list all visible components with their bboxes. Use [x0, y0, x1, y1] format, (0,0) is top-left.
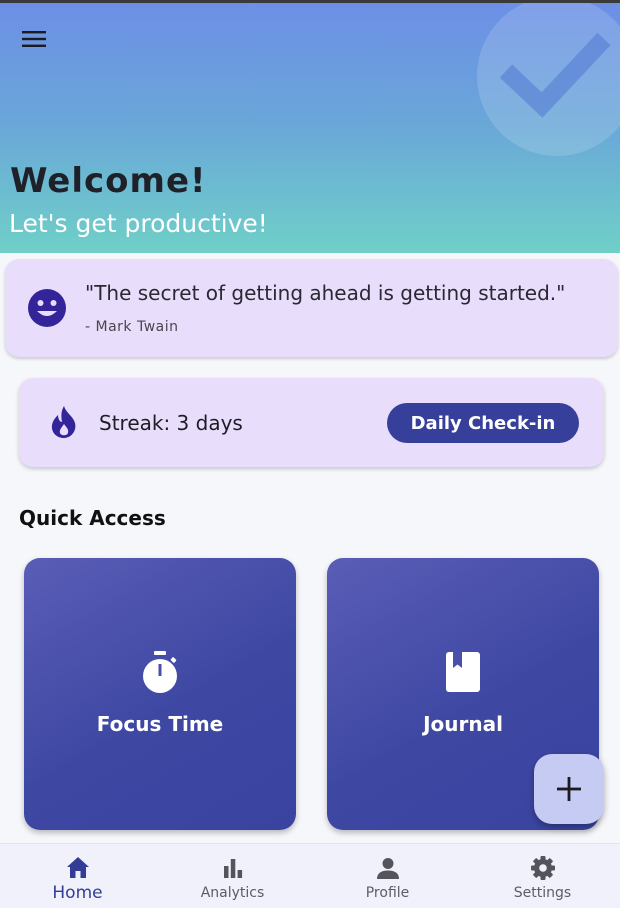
- page-subtitle: Let's get productive!: [9, 209, 268, 238]
- quote-text: "The secret of getting ahead is getting …: [85, 281, 566, 305]
- quote-author: - Mark Twain: [85, 319, 179, 335]
- bottom-navigation: Home Analytics Profile Settings: [0, 843, 620, 908]
- streak-card: Streak: 3 days Daily Check-in: [19, 378, 604, 467]
- quick-access-heading: Quick Access: [19, 506, 166, 530]
- tile-label: Focus Time: [96, 712, 224, 736]
- nav-label: Analytics: [200, 885, 265, 901]
- hamburger-menu-icon[interactable]: [12, 19, 56, 59]
- nav-item-settings[interactable]: Settings: [465, 844, 620, 908]
- check-circle-icon: [500, 32, 611, 118]
- nav-label: Home: [52, 883, 103, 903]
- page-title: Welcome!: [10, 161, 207, 201]
- nav-item-analytics[interactable]: Analytics: [155, 844, 310, 908]
- book-icon: [446, 652, 480, 692]
- nav-label: Settings: [513, 885, 572, 901]
- home-icon: [66, 857, 89, 878]
- add-fab-button[interactable]: [534, 754, 604, 824]
- stopwatch-icon: [143, 651, 177, 693]
- bar-chart-icon: [223, 859, 242, 878]
- quote-card: "The secret of getting ahead is getting …: [5, 259, 618, 357]
- person-icon: [376, 858, 399, 879]
- gear-icon: [530, 856, 555, 880]
- nav-item-home[interactable]: Home: [0, 844, 155, 908]
- welcome-header: Welcome! Let's get productive!: [0, 3, 620, 253]
- tile-label: Journal: [423, 712, 503, 736]
- streak-count-text: Streak: 3 days: [99, 411, 243, 435]
- nav-item-profile[interactable]: Profile: [310, 844, 465, 908]
- daily-checkin-button[interactable]: Daily Check-in: [387, 403, 579, 443]
- plus-icon: [557, 777, 581, 801]
- nav-label: Profile: [365, 885, 410, 901]
- smiley-face-icon: [28, 289, 66, 327]
- focus-time-tile[interactable]: Focus Time: [24, 558, 296, 830]
- fire-icon: [51, 406, 76, 438]
